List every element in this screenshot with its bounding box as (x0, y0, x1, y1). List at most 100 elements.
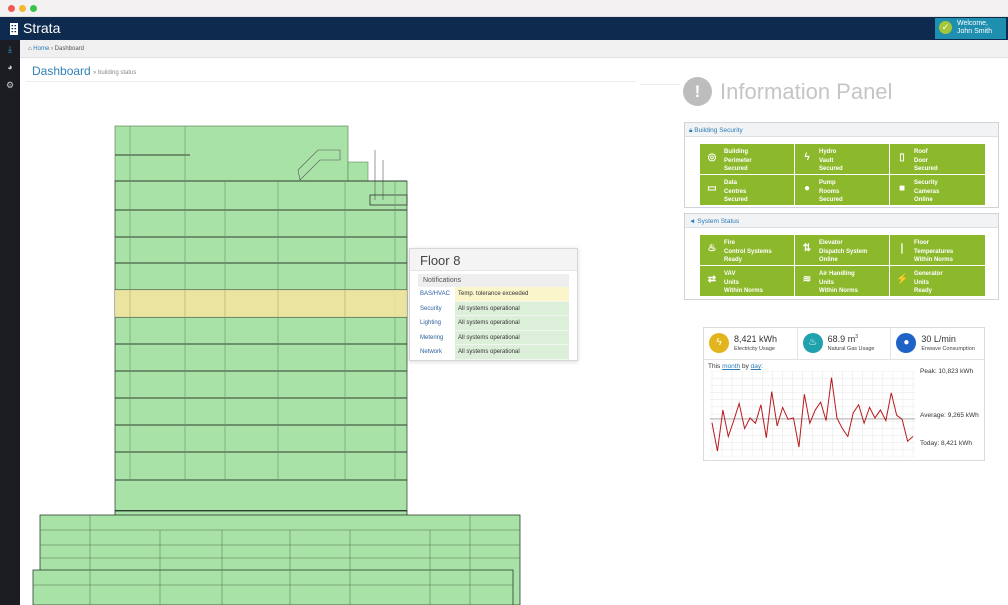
period-day-link[interactable]: day (751, 363, 761, 370)
gas-flame-icon: ♨ (802, 333, 823, 353)
lightning-icon: ϟ (709, 333, 729, 353)
tile-line: Building (724, 149, 748, 155)
building-security-heading[interactable]: 🔒︎ Building Security (685, 123, 998, 137)
tile-line: Centres (724, 188, 747, 195)
door-icon: ▯ (899, 152, 905, 163)
system-status-heading[interactable]: ◄ System Status (685, 214, 998, 228)
minimize-window-icon[interactable] (19, 5, 26, 12)
system-tiles: ♨ Fire Control Systems Ready ⇅ Elevator Dispa… (700, 235, 985, 296)
electricity-value: 8,421 kWh (734, 334, 778, 344)
megaphone-icon: ◄ (689, 218, 696, 225)
tile-line: Secured (724, 166, 748, 172)
tile-line: Pump (819, 180, 836, 186)
tile-line: Hydro (819, 149, 837, 155)
tooltip-row-key[interactable]: BAS/HVAC (418, 287, 455, 302)
status-tile[interactable]: ♨ Fire Control Systems Ready (700, 235, 794, 265)
close-window-icon[interactable] (8, 5, 15, 12)
building-security-label: Building Security (694, 127, 743, 134)
period-selector: This month by day: (708, 363, 763, 370)
tooltip-row: Metering All systems operational (418, 330, 569, 346)
tile-line: Within Norms (724, 288, 763, 294)
status-tile[interactable]: ≋ Air Handling Units Within Norms (795, 266, 889, 296)
user-name: John Smith (957, 28, 993, 35)
energy-line-chart (710, 371, 915, 457)
status-tile[interactable]: ❘ Floor Temperatures Within Norms (890, 235, 985, 265)
tile-line: Online (819, 257, 838, 263)
period-month-link[interactable]: month (722, 363, 740, 370)
bolt-icon: ϟ (804, 152, 810, 163)
water-value: 30 L/min (921, 334, 956, 344)
tile-line: Dispatch System (819, 248, 868, 255)
tile-line: Roof (914, 149, 928, 155)
status-tile[interactable]: ▯ Roof Door Secured (890, 144, 985, 174)
status-tile[interactable]: ϟ Hydro Vault Secured (795, 144, 889, 174)
check-circle-icon: ✓ (939, 21, 952, 34)
breadcrumb-current: Dashboard (54, 46, 85, 52)
elevator-icon: ⇅ (802, 243, 812, 254)
breadcrumb: ⌂ Home › Dashboard (20, 40, 1008, 58)
tile-line: Temperatures (914, 248, 954, 255)
tooltip-row-key[interactable]: Network (418, 345, 455, 360)
dashboard-gauge-icon[interactable]: ◕ (0, 58, 20, 76)
vav-icon: ⇄ (707, 274, 717, 285)
tile-line: VAV (724, 271, 736, 277)
breadcrumb-home-link[interactable]: Home (33, 46, 49, 52)
brand-name: Strata (23, 20, 61, 36)
electricity-label: Electricity Usage (734, 346, 775, 352)
peak-label: Peak: 10,823 kWh (920, 368, 974, 375)
user-menu[interactable]: ✓ Welcome, John Smith (935, 18, 1006, 39)
lock-icon: 🔒︎ (689, 127, 693, 134)
tile-line: Data (724, 180, 738, 186)
home-icon: ⌂ (28, 46, 32, 52)
status-tile[interactable]: ⇅ Elevator Dispatch System Online (795, 235, 889, 265)
tile-line: Vault (819, 157, 834, 164)
water-summary[interactable]: ● 30 L/min Enwave Consumption (891, 328, 984, 359)
welcome-text: Welcome, (957, 20, 988, 27)
status-tile[interactable]: ⇄ VAV Units Within Norms (700, 266, 794, 296)
tooltip-floor-title: Floor 8 (410, 249, 577, 271)
tile-line: Elevator (819, 240, 843, 246)
top-navbar: Strata ✓ Welcome, John Smith (0, 17, 1008, 40)
water-drop-icon: ● (896, 333, 917, 353)
building-drawing (32, 125, 521, 605)
download-icon[interactable]: ⤓ (0, 40, 20, 58)
tooltip-row-value: All systems operational (455, 301, 569, 316)
today-label: Today: 8,421 kWh (920, 440, 973, 447)
gas-summary[interactable]: ♨ 68.9 m3 Natural Gas Usage (798, 328, 892, 359)
gas-value-unit-exponent: 3 (855, 334, 858, 340)
air-icon: ≋ (802, 274, 812, 285)
tooltip-row: Network All systems operational (418, 345, 569, 360)
tooltip-notifications-header: Notifications (418, 274, 569, 287)
maximize-window-icon[interactable] (30, 5, 37, 12)
brand-logo[interactable]: Strata (10, 20, 60, 36)
tile-line: Units (819, 279, 834, 286)
gas-value: 68.9 m3 (828, 334, 891, 344)
tile-line: Units (914, 279, 929, 286)
status-tile[interactable]: ▭ Data Centres Secured (700, 175, 794, 205)
tile-line: Units (724, 279, 739, 286)
settings-gears-icon[interactable]: ⚙ (0, 76, 20, 94)
status-tile[interactable]: ■ Security Cameras Online (890, 175, 985, 205)
tile-line: Perimeter (724, 157, 752, 164)
panel-divider (640, 84, 680, 85)
electricity-summary[interactable]: ϟ 8,421 kWh Electricity Usage (704, 328, 798, 359)
status-tile[interactable]: ◎ Building Perimeter Secured (700, 144, 794, 174)
info-panel-title: ! Information Panel (683, 77, 892, 106)
page-title: Dashboard (32, 64, 91, 78)
tile-line: Ready (914, 288, 933, 294)
tooltip-row-key[interactable]: Security (418, 302, 455, 317)
tile-line: Cameras (914, 188, 940, 195)
building-security-panel: 🔒︎ Building Security ◎ Building Perimeter S… (684, 122, 999, 208)
tooltip-row-key[interactable]: Metering (418, 331, 455, 346)
tooltip-row-value: All systems operational (455, 330, 569, 345)
server-icon: ▭ (707, 183, 717, 194)
tile-line: Ready (724, 257, 743, 263)
tile-line: Control Systems (724, 248, 772, 255)
tile-line: Air Handling (819, 271, 855, 277)
page-subtitle: » building status (93, 70, 137, 76)
status-tile[interactable]: ● Pump Rooms Secured (795, 175, 889, 205)
camera-icon: ■ (898, 183, 906, 194)
drop-icon: ● (803, 183, 811, 194)
tooltip-row-key[interactable]: Lighting (418, 316, 455, 331)
status-tile[interactable]: ⚡ Generator Units Ready (890, 266, 985, 296)
